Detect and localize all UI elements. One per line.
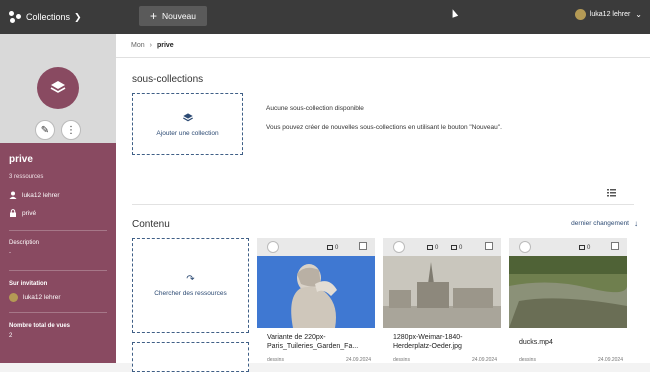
user-name: luka12 lehrer: [589, 11, 631, 18]
pencil-icon: ✎: [40, 124, 50, 136]
usage-badge: 0: [327, 243, 338, 252]
collection-icon: [37, 67, 79, 109]
new-button-label: Nouveau: [161, 11, 197, 21]
lock-icon: [10, 209, 16, 217]
search-resources-button[interactable]: ↷ Chercher des ressources: [132, 238, 249, 333]
description-value: -: [9, 250, 11, 256]
resource-meta: dessins 24.09.2024: [393, 357, 497, 363]
arrow-down-icon: ↓: [634, 219, 638, 228]
sidebar: ✎ ⋮ prive 3 ressources luka12 lehrer pri…: [0, 34, 116, 363]
owner-name: luka12 lehrer: [22, 191, 60, 199]
user-icon: [9, 191, 17, 199]
mouse-cursor-icon: [449, 8, 459, 18]
plus-icon: +: [149, 9, 157, 23]
resource-thumbnail: [509, 256, 627, 328]
breadcrumb: Mon › prive: [116, 34, 650, 58]
redo-arrow-icon: ↷: [186, 274, 195, 285]
breadcrumb-current: prive: [156, 42, 174, 49]
add-collection-label: Ajouter une collection: [156, 129, 219, 137]
resource-meta: dessins 24.09.2024: [519, 357, 623, 363]
resource-card[interactable]: 0 ducks.mp4 dessins 24.09.2024: [509, 238, 627, 363]
chevron-down-icon: ⌄: [635, 10, 642, 19]
resource-card[interactable]: 0 0 1280px-Weimar-1840-Herderplatz-Oeder…: [383, 238, 501, 363]
new-button[interactable]: + Nouveau: [139, 6, 207, 26]
sidebar-header: [0, 34, 116, 143]
resource-meta: dessins 24.09.2024: [267, 357, 371, 363]
image-type-icon: [393, 241, 405, 253]
empty-subcollections-title: Aucune sous-collection disponible: [266, 105, 364, 112]
divider: [9, 230, 107, 231]
video-type-icon: [519, 241, 531, 253]
avatar: [574, 9, 586, 20]
views-label: Nombre total de vues: [9, 323, 71, 329]
collection-name: prive: [9, 154, 33, 165]
main-content: Mon › prive sous-collections Ajouter une…: [116, 34, 650, 372]
views-value: 2: [9, 333, 13, 339]
usage-badge: 0: [427, 243, 438, 252]
invitation-label: Sur invitation: [9, 281, 48, 287]
link-badge: 0: [451, 243, 462, 252]
visibility-row: privé: [9, 209, 36, 217]
more-options-button[interactable]: ⋮: [61, 120, 81, 140]
resource-title: Variante de 220px-Paris_Tuileries_Garden…: [267, 334, 359, 350]
card-header: 0 0: [383, 238, 501, 256]
user-menu[interactable]: luka12 lehrer ⌄: [574, 9, 642, 20]
owner-row: luka12 lehrer: [9, 191, 60, 199]
vertical-dots-icon: ⋮: [66, 124, 76, 136]
layers-icon: [50, 81, 66, 93]
collections-menu[interactable]: Collections ❯: [0, 0, 116, 34]
layers-icon: [182, 112, 193, 121]
avatar: [9, 293, 18, 302]
visibility-value: privé: [22, 209, 37, 217]
usage-badge: 0: [579, 243, 590, 252]
add-collection-button[interactable]: Ajouter une collection: [132, 93, 243, 155]
collections-logo-icon: [9, 10, 22, 24]
edit-button[interactable]: ✎: [35, 120, 55, 140]
image-type-icon: [267, 241, 279, 253]
sort-label: dernier changement: [571, 220, 629, 227]
chevron-right-icon: ›: [149, 42, 152, 49]
divider: [132, 204, 634, 205]
breadcrumb-root[interactable]: Mon: [131, 42, 145, 49]
resource-thumbnail: [383, 256, 501, 328]
invitation-user-row: luka12 lehrer: [9, 293, 61, 302]
select-checkbox[interactable]: [611, 242, 619, 250]
resource-count: 3 ressources: [9, 174, 44, 180]
app-title: Collections: [26, 12, 71, 22]
chevron-right-icon: ❯: [74, 11, 82, 22]
subcollections-heading: sous-collections: [132, 74, 204, 85]
search-resources-label: Chercher des ressources: [154, 290, 227, 297]
empty-subcollections-hint: Vous pouvez créer de nouvelles sous-coll…: [266, 124, 502, 131]
add-resource-card[interactable]: [132, 342, 249, 372]
select-checkbox[interactable]: [485, 242, 493, 250]
card-header: 0: [509, 238, 627, 256]
top-bar: Collections ❯ + Nouveau luka12 lehrer ⌄: [0, 0, 650, 34]
resource-card[interactable]: 0 Variante de 220px-Paris_Tuileries_Gard…: [257, 238, 375, 363]
description-label: Description: [9, 240, 40, 246]
divider: [9, 312, 107, 313]
card-header: 0: [257, 238, 375, 256]
divider: [9, 270, 107, 271]
content-heading: Contenu: [132, 219, 170, 230]
resource-thumbnail: [257, 256, 375, 328]
resource-title: ducks.mp4: [519, 339, 553, 346]
sort-dropdown[interactable]: dernier changement ↓: [571, 219, 638, 228]
list-view-icon[interactable]: [607, 189, 616, 197]
resource-title: 1280px-Weimar-1840-Herderplatz-Oeder.jpg: [393, 334, 463, 350]
select-checkbox[interactable]: [359, 242, 367, 250]
invitation-user: luka12 lehrer: [23, 294, 61, 301]
